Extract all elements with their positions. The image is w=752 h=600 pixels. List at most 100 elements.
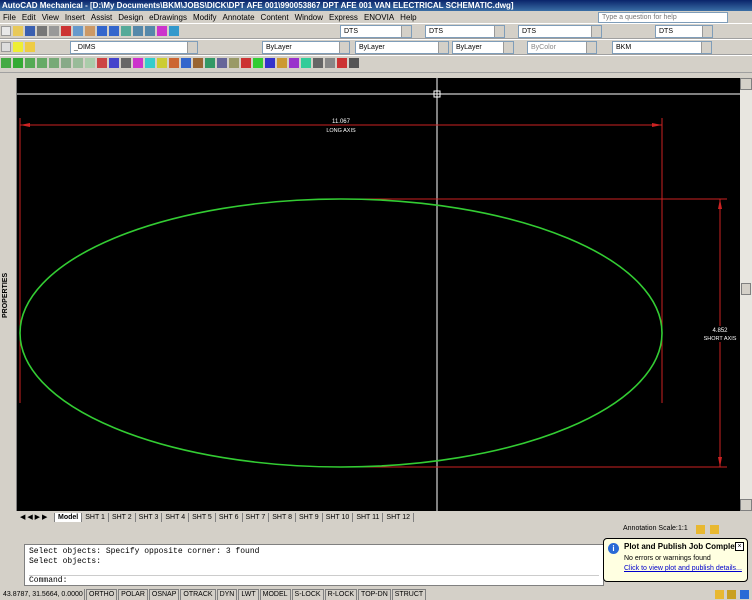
offset-icon[interactable] [169,58,179,68]
move-icon[interactable] [193,58,203,68]
s-lock-toggle[interactable]: S-LOCK [291,589,324,600]
scroll-thumb[interactable] [741,283,751,295]
scale-icon[interactable] [217,58,227,68]
pan-icon[interactable] [121,26,131,36]
dim-style-select[interactable]: DTS [425,25,505,38]
ellipse-icon[interactable] [85,58,95,68]
tab-sht-2[interactable]: SHT 2 [109,513,136,522]
annotation-scale-value[interactable]: 1:1 [678,522,688,536]
layer-select[interactable]: _DIMS [70,41,198,54]
fillet-icon[interactable] [289,58,299,68]
spline-icon[interactable] [73,58,83,68]
model-toggle[interactable]: MODEL [259,589,291,600]
tab-sht-1[interactable]: SHT 1 [82,513,109,522]
break-icon[interactable] [265,58,275,68]
tab-sht-5[interactable]: SHT 5 [189,513,216,522]
insert-block-icon[interactable] [97,58,107,68]
chamfer-icon[interactable] [277,58,287,68]
extend-icon[interactable] [253,58,263,68]
redo-icon[interactable] [109,26,119,36]
r-lock-toggle[interactable]: R-LOCK [324,589,358,600]
polar-toggle[interactable]: POLAR [118,589,148,600]
undo-icon[interactable] [97,26,107,36]
lock-icon[interactable] [727,590,736,599]
leader-icon[interactable] [325,58,335,68]
dimension-icon[interactable] [313,58,323,68]
tray-icon[interactable] [715,590,724,599]
notification-link[interactable]: Click to view plot and publish details..… [624,565,744,572]
tab-sht-9[interactable]: SHT 9 [296,513,323,522]
rectangle-icon[interactable] [37,58,47,68]
save-icon[interactable] [25,26,35,36]
text-style-select[interactable]: DTS [340,25,412,38]
vertical-scrollbar[interactable] [740,78,752,511]
arc-icon[interactable] [49,58,59,68]
command-prompt[interactable]: Command: [29,575,599,586]
osnap-toggle[interactable]: OSNAP [148,589,180,600]
balloon-tool-icon[interactable] [337,58,347,68]
plot-complete-notification[interactable]: i × Plot and Publish Job Complete No err… [603,538,748,582]
tab-sht-12[interactable]: SHT 12 [383,513,415,522]
trim-icon[interactable] [241,58,251,68]
print-icon[interactable] [37,26,47,36]
top-dn-toggle[interactable]: TOP-DN [358,589,391,600]
color-select[interactable]: ByLayer [262,41,350,54]
rotate-icon[interactable] [205,58,215,68]
dyn-toggle[interactable]: DYN [216,589,238,600]
text-icon[interactable] [121,58,131,68]
cut-icon[interactable] [61,26,71,36]
annotation-autoscale-icon[interactable] [710,525,719,534]
command-window[interactable]: Select objects: Specify opposite corner:… [24,544,604,586]
plot-tray-icon[interactable] [740,590,749,599]
help-search-input[interactable]: Type a question for help [598,12,728,23]
plotstyle-select[interactable]: ByColor [527,41,597,54]
open-icon[interactable] [13,26,23,36]
line-icon[interactable] [1,58,11,68]
properties-palette-bar[interactable]: PROPERTIES [0,78,17,511]
tab-sht-10[interactable]: SHT 10 [323,513,354,522]
multileader-style-select[interactable]: DTS [655,25,713,38]
help-icon[interactable] [169,26,179,36]
annotation-visibility-icon[interactable] [696,525,705,534]
layer-on-icon[interactable] [13,42,23,52]
drawing-area[interactable]: 11.067 LONG AXIS 4.852 SHORT AXIS [17,78,740,511]
new-icon[interactable] [1,26,11,36]
polygon-icon[interactable] [25,58,35,68]
properties-icon[interactable] [157,26,167,36]
ortho-toggle[interactable]: ORTHO [86,589,118,600]
circle-icon[interactable] [61,58,71,68]
copy-object-icon[interactable] [145,58,155,68]
struct-toggle[interactable]: STRUCT [391,589,427,600]
scroll-up-button[interactable] [740,78,752,90]
lwt-toggle[interactable]: LWT [238,589,259,600]
tab-sht-11[interactable]: SHT 11 [353,513,384,522]
polyline-icon[interactable] [13,58,23,68]
explode-icon[interactable] [301,58,311,68]
plotstyle2-select[interactable]: BKM [612,41,712,54]
preview-icon[interactable] [49,26,59,36]
tab-sht-4[interactable]: SHT 4 [162,513,190,522]
parts-list-icon[interactable] [349,58,359,68]
linetype-select[interactable]: ByLayer [355,41,449,54]
mirror-icon[interactable] [157,58,167,68]
paste-icon[interactable] [85,26,95,36]
lineweight-select[interactable]: ByLayer [452,41,514,54]
tab-model[interactable]: Model [55,513,83,522]
array-icon[interactable] [181,58,191,68]
hatch-icon[interactable] [109,58,119,68]
erase-icon[interactable] [133,58,143,68]
tab-sht-8[interactable]: SHT 8 [269,513,296,522]
close-icon[interactable]: × [735,542,744,551]
otrack-toggle[interactable]: OTRACK [180,589,216,600]
tab-sht-3[interactable]: SHT 3 [136,513,163,522]
copy-icon[interactable] [73,26,83,36]
scroll-down-button[interactable] [740,499,752,511]
layer-manager-icon[interactable] [1,42,11,52]
tab-sht-6[interactable]: SHT 6 [216,513,243,522]
tab-sht-7[interactable]: SHT 7 [243,513,270,522]
tab-nav-buttons[interactable]: ◀ ◀ ▶ ▶ [17,513,55,522]
layer-freeze-icon[interactable] [25,42,35,52]
zoom-window-icon[interactable] [145,26,155,36]
zoom-icon[interactable] [133,26,143,36]
stretch-icon[interactable] [229,58,239,68]
